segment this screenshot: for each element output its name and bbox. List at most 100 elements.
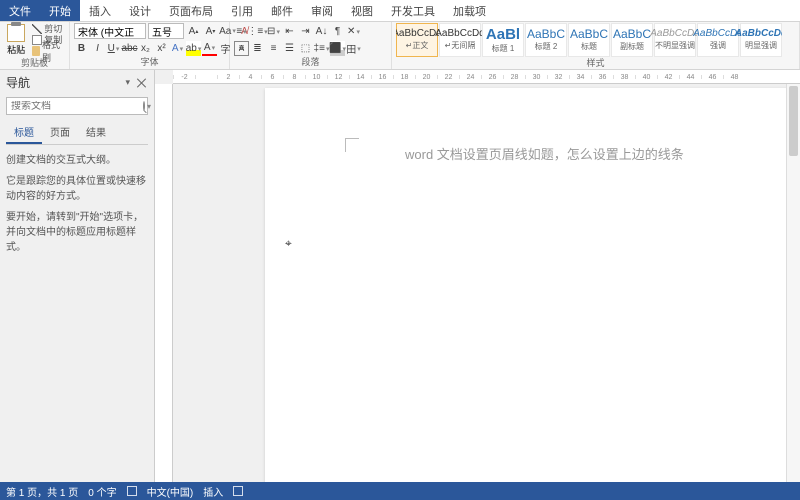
- ruler-horizontal[interactable]: [173, 70, 800, 84]
- group-clipboard: 粘贴 剪切 复制 格式刷 剪贴板: [0, 22, 70, 69]
- group-font: 宋体 (中文正 五号 A▴ A▾ Aa▾ A̸ B I U▾ abc x₂ x²…: [70, 22, 230, 69]
- align-center-button[interactable]: ≣: [250, 41, 265, 56]
- nav-tab-results[interactable]: 结果: [78, 121, 114, 144]
- tab-references[interactable]: 引用: [222, 0, 262, 21]
- tab-view[interactable]: 视图: [342, 0, 382, 21]
- status-lang[interactable]: 中文(中国): [147, 484, 194, 499]
- nav-hint: 要开始，请转到"开始"选项卡，并向文档中的标题应用标题样式。: [6, 210, 148, 255]
- text-direction-button[interactable]: ✕▾: [346, 24, 361, 39]
- style-gallery[interactable]: AaBbCcDd↵正文AaBbCcDd↵无间隔AaBl标题 1AaBbC标题 2…: [396, 23, 782, 57]
- tab-design[interactable]: 设计: [120, 0, 160, 21]
- underline-button[interactable]: U▾: [106, 41, 121, 56]
- style-item[interactable]: AaBbCcDd不明显强调: [654, 23, 696, 57]
- paste-icon: [7, 24, 25, 42]
- style-item[interactable]: AaBbC标题 2: [525, 23, 567, 57]
- style-item[interactable]: AaBbC副标题: [611, 23, 653, 57]
- nav-dropdown-icon[interactable]: ▾: [125, 77, 130, 88]
- copy-icon: [32, 35, 42, 45]
- search-icon[interactable]: [143, 101, 145, 111]
- distribute-button[interactable]: ⬚: [298, 41, 313, 56]
- group-label: 剪贴板: [4, 57, 65, 69]
- nav-body: 创建文档的交互式大纲。 它是跟踪您的具体位置或快速移动内容的好方式。 要开始，请…: [0, 145, 154, 269]
- tab-review[interactable]: 审阅: [302, 0, 342, 21]
- brush-icon: [32, 46, 40, 56]
- cursor-icon: ⌖: [285, 236, 292, 251]
- style-item[interactable]: AaBbCcDd强调: [697, 23, 739, 57]
- style-item[interactable]: AaBbC标题: [568, 23, 610, 57]
- group-paragraph: ≡▾ ⋮≡▾ ⊟▾ ⇤ ⇥ A↓ ¶ ✕▾ ≡ ≣ ≡ ☰ ⬚ ‡≡▾ ⬛▾ 田…: [230, 22, 392, 69]
- book-icon: [127, 486, 137, 496]
- justify-button[interactable]: ☰: [282, 41, 297, 56]
- group-styles: AaBbCcDd↵正文AaBbCcDd↵无间隔AaBl标题 1AaBbC标题 2…: [392, 22, 800, 69]
- italic-button[interactable]: I: [90, 41, 105, 56]
- status-proof[interactable]: [127, 486, 137, 496]
- ribbon-tabs: 文件 开始 插入 设计 页面布局 引用 邮件 审阅 视图 开发工具 加载项: [0, 0, 800, 22]
- tab-mailings[interactable]: 邮件: [262, 0, 302, 21]
- style-item[interactable]: AaBbCcDd↵正文: [396, 23, 438, 57]
- text-effects-button[interactable]: A▾: [170, 41, 185, 56]
- status-page[interactable]: 第 1 页，共 1 页: [6, 484, 78, 499]
- sort-button[interactable]: A↓: [314, 24, 329, 39]
- show-marks-button[interactable]: ¶: [330, 24, 345, 39]
- dec-indent-button[interactable]: ⇤: [282, 24, 297, 39]
- record-icon: [233, 486, 243, 496]
- navigation-pane: 导航 ▾ ▾ 标题 页面 结果 创建文档的交互式大纲。 它是跟踪您的具体位置或快…: [0, 70, 155, 482]
- scroll-thumb[interactable]: [789, 86, 798, 156]
- document-area: word 文档设置页眉线如题，怎么设置上边的线条 ⌖: [155, 70, 800, 482]
- font-family-select[interactable]: 宋体 (中文正: [74, 23, 146, 39]
- nav-title: 导航: [6, 74, 30, 91]
- multilevel-button[interactable]: ⊟▾: [266, 24, 281, 39]
- group-label: 字体: [74, 56, 225, 68]
- nav-hint: 它是跟踪您的具体位置或快速移动内容的好方式。: [6, 174, 148, 204]
- status-macro[interactable]: [233, 486, 243, 496]
- scrollbar-vertical[interactable]: [786, 84, 800, 482]
- status-bar: 第 1 页，共 1 页 0 个字 中文(中国) 插入: [0, 482, 800, 500]
- superscript-button[interactable]: x²: [154, 41, 169, 56]
- subscript-button[interactable]: x₂: [138, 41, 153, 56]
- ribbon: 粘贴 剪切 复制 格式刷 剪贴板 宋体 (中文正 五号 A▴ A▾ Aa▾ A̸…: [0, 22, 800, 70]
- borders-button[interactable]: 田▾: [346, 41, 361, 56]
- status-words[interactable]: 0 个字: [88, 484, 116, 499]
- nav-tabs: 标题 页面 结果: [6, 121, 148, 145]
- tab-insert[interactable]: 插入: [80, 0, 120, 21]
- margin-marker-icon: [345, 138, 359, 152]
- shading-button[interactable]: ⬛▾: [330, 41, 345, 56]
- bold-button[interactable]: B: [74, 41, 89, 56]
- strike-button[interactable]: abc: [122, 41, 137, 56]
- search-dropdown-icon[interactable]: ▾: [147, 102, 151, 111]
- nav-tab-headings[interactable]: 标题: [6, 121, 42, 144]
- style-item[interactable]: AaBbCcDd↵无间隔: [439, 23, 481, 57]
- line-spacing-button[interactable]: ‡≡▾: [314, 41, 329, 56]
- paste-label: 粘贴: [7, 43, 25, 56]
- group-label: 段落: [234, 56, 387, 68]
- tab-addins[interactable]: 加载项: [444, 0, 495, 21]
- style-item[interactable]: AaBbCcDd明显强调: [740, 23, 782, 57]
- tab-file[interactable]: 文件: [0, 0, 40, 21]
- nav-hint: 创建文档的交互式大纲。: [6, 153, 148, 168]
- shrink-font-button[interactable]: A▾: [203, 24, 218, 39]
- highlight-button[interactable]: ab▾: [186, 41, 201, 56]
- status-mode[interactable]: 插入: [203, 484, 223, 499]
- align-right-button[interactable]: ≡: [266, 41, 281, 56]
- group-label: 样式: [396, 57, 795, 69]
- search-input[interactable]: [11, 101, 143, 112]
- numbering-button[interactable]: ⋮≡▾: [250, 24, 265, 39]
- ruler-vertical[interactable]: [155, 84, 173, 482]
- font-color-button[interactable]: A▾: [202, 41, 217, 56]
- close-icon[interactable]: [136, 77, 148, 89]
- tab-developer[interactable]: 开发工具: [382, 0, 444, 21]
- tab-layout[interactable]: 页面布局: [160, 0, 222, 21]
- style-item[interactable]: AaBl标题 1: [482, 23, 524, 57]
- cut-icon: [32, 24, 42, 34]
- format-painter-button[interactable]: 格式刷: [30, 45, 65, 56]
- tab-home[interactable]: 开始: [40, 0, 80, 21]
- grow-font-button[interactable]: A▴: [186, 24, 201, 39]
- paste-button[interactable]: 粘贴: [4, 23, 28, 57]
- font-size-select[interactable]: 五号: [148, 23, 184, 39]
- align-left-button[interactable]: ≡: [234, 41, 249, 56]
- inc-indent-button[interactable]: ⇥: [298, 24, 313, 39]
- header-text[interactable]: word 文档设置页眉线如题，怎么设置上边的线条: [405, 144, 684, 163]
- nav-search[interactable]: ▾: [6, 97, 148, 115]
- nav-tab-pages[interactable]: 页面: [42, 121, 78, 144]
- page[interactable]: word 文档设置页眉线如题，怎么设置上边的线条 ⌖: [265, 88, 800, 482]
